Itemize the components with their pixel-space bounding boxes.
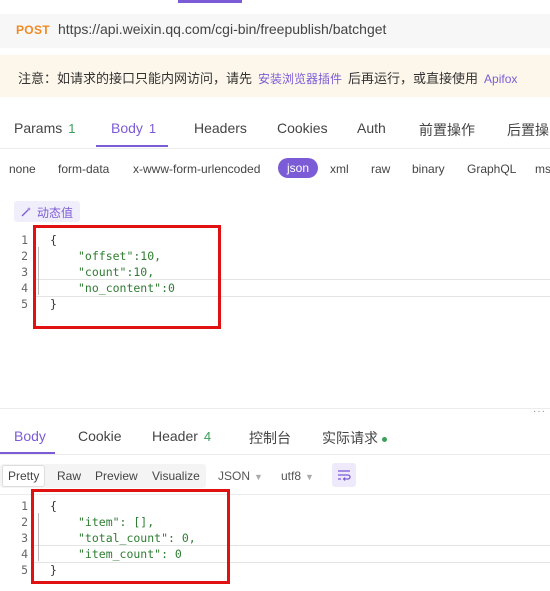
line-number: 4 [21,547,28,561]
tab-response-cookie[interactable]: Cookie [78,428,122,444]
format-select[interactable]: JSON ▼ [218,469,263,483]
dynamic-value-label: 动态值 [37,206,74,220]
tab-actual-request[interactable]: 实际请求 [322,428,387,448]
body-type-msgpack[interactable]: ms [535,162,550,176]
status-dot-icon [382,436,387,442]
request-tabs: Params 1 Body 1 Headers Cookies Auth 前置操作 … [0,108,550,148]
line-number: 4 [21,281,28,295]
tab-response-body[interactable]: Body [14,428,46,444]
tab-params[interactable]: Params 1 [14,120,75,136]
encoding-select[interactable]: utf8 ▼ [281,469,314,483]
body-count: 1 [148,121,157,136]
annotation-highlight-box [31,489,230,584]
url-bar[interactable]: POST https://api.weixin.qq.com/cgi-bin/f… [0,14,550,48]
active-tab-underline [96,145,168,147]
line-number: 1 [21,233,28,247]
params-count: 1 [68,121,76,136]
notice-text-middle: 后再运行，或直接使用 [348,71,479,86]
resize-handle[interactable]: ··· [533,406,546,417]
divider [0,148,550,149]
line-number: 5 [21,563,28,577]
response-view-modes: Pretty Raw Preview Visualize [0,464,206,488]
tab-auth[interactable]: Auth [357,120,386,136]
apifox-link[interactable]: Apifox [484,72,517,86]
wrap-lines-icon [338,470,351,481]
chevron-down-icon: ▼ [254,472,263,482]
request-url[interactable]: https://api.weixin.qq.com/cgi-bin/freepu… [58,21,386,37]
active-tab-accent [178,0,242,3]
tab-cookies[interactable]: Cookies [277,120,328,136]
body-type-xml[interactable]: xml [330,162,349,176]
line-number: 3 [21,531,28,545]
tab-body[interactable]: Body 1 [111,120,156,136]
line-number: 1 [21,499,28,513]
view-pretty[interactable]: Pretty [2,465,46,487]
line-number: 5 [21,297,28,311]
word-wrap-button[interactable] [332,463,356,487]
body-type-none[interactable]: none [9,162,36,176]
body-type-raw[interactable]: raw [371,162,390,176]
divider [0,454,550,455]
view-preview[interactable]: Preview [95,469,138,483]
intranet-notice: 注意：如请求的接口只能内网访问，请先 安装浏览器插件 后再运行，或直接使用 Apifo… [0,55,550,97]
body-type-graphql[interactable]: GraphQL [467,162,516,176]
magic-wand-icon [21,207,31,217]
annotation-highlight-box [33,225,221,329]
dynamic-value-button[interactable]: 动态值 [14,201,80,222]
view-visualize[interactable]: Visualize [152,469,200,483]
body-type-json[interactable]: json [278,158,319,178]
line-number: 2 [21,515,28,529]
install-plugin-link[interactable]: 安装浏览器插件 [258,72,342,86]
body-type-binary[interactable]: binary [412,162,445,176]
view-raw[interactable]: Raw [57,469,81,483]
http-method[interactable]: POST [16,23,50,37]
line-number: 2 [21,249,28,263]
chevron-down-icon: ▼ [305,472,314,482]
tab-post-operations[interactable]: 后置操 [507,120,549,140]
header-count: 4 [203,429,212,444]
tab-response-header[interactable]: Header 4 [152,428,211,444]
tab-headers[interactable]: Headers [194,120,247,136]
body-type-urlencoded[interactable]: x-www-form-urlencoded [133,162,260,176]
body-type-form-data[interactable]: form-data [58,162,109,176]
tab-console[interactable]: 控制台 [249,428,291,448]
line-number: 3 [21,265,28,279]
notice-text: 注意：如请求的接口只能内网访问，请先 [18,71,253,86]
tab-pre-operations[interactable]: 前置操作 [419,120,475,140]
